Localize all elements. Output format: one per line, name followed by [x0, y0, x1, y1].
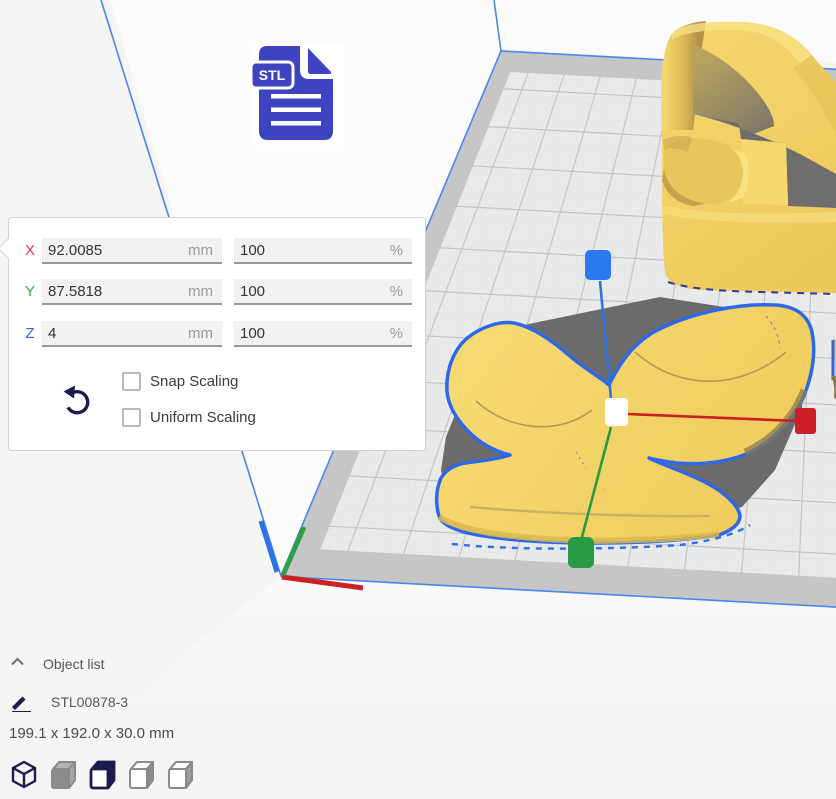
svg-text:STL: STL: [259, 67, 286, 83]
